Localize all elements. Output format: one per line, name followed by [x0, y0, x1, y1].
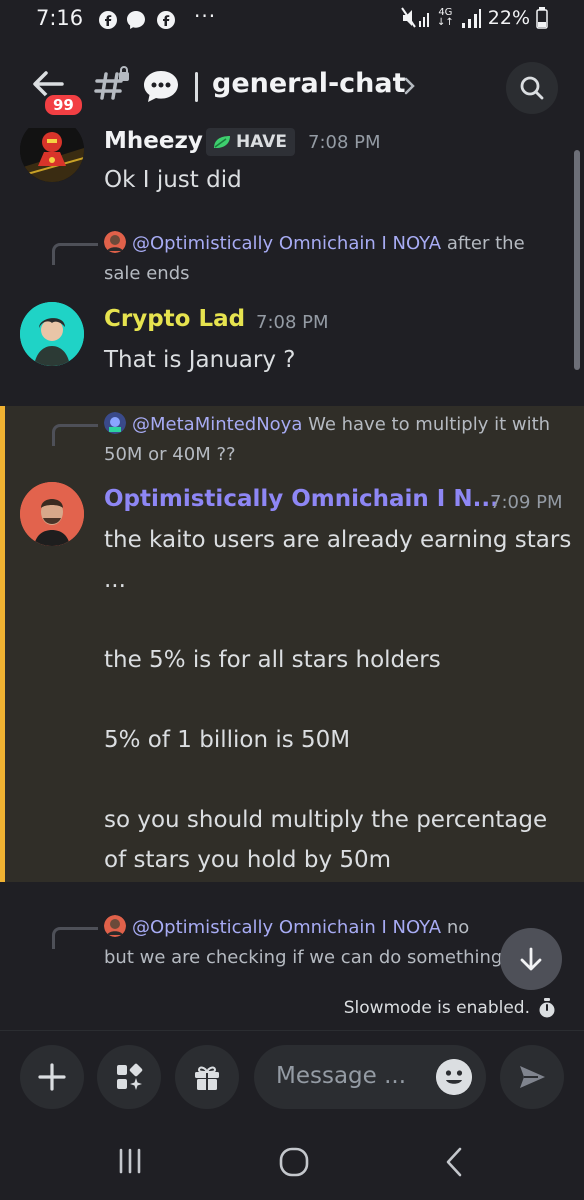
avatar-image [20, 128, 84, 182]
message-text: Ok I just did [104, 167, 242, 193]
slowmode-text: Slowmode is enabled. [343, 998, 530, 1018]
mute-signal-icon [401, 7, 429, 28]
recents-icon[interactable] [116, 1146, 144, 1176]
chevron-right-icon[interactable] [402, 74, 418, 98]
message-text: That is January ? [104, 347, 296, 373]
status-more-dots: ··· [194, 4, 217, 28]
role-tag-label: HAVE [236, 132, 287, 152]
unread-badge: 99 [42, 92, 85, 118]
header-divider [195, 72, 198, 102]
message-input-placeholder: Message ... [276, 1063, 407, 1089]
message-timestamp: 7:08 PM [308, 132, 381, 153]
emoji-icon[interactable] [436, 1059, 472, 1095]
channel-title[interactable]: general-chat [212, 68, 406, 99]
apps-icon [117, 1063, 143, 1090]
reply-avatar [104, 231, 126, 253]
network-type: 4G ↓↑ [437, 7, 454, 28]
signal-icon [461, 9, 481, 28]
avatar-image [20, 482, 84, 546]
battery-icon [536, 7, 548, 29]
add-attachment-button[interactable] [20, 1045, 84, 1109]
facebook-icon [99, 11, 117, 29]
apps-button[interactable] [97, 1045, 161, 1109]
message-composer: Message ... [0, 1030, 584, 1126]
reply-connector [52, 243, 98, 265]
message-input[interactable]: Message ... [254, 1045, 486, 1109]
reply-mention[interactable]: @Optimistically Omnichain I NOYA [132, 917, 441, 938]
reply-preview[interactable]: @MetaMintedNoya We have to multiply it w… [104, 410, 564, 470]
avatar-image [20, 302, 84, 366]
reply-connector [52, 927, 98, 949]
send-icon [520, 1066, 545, 1088]
status-time: 7:16 [36, 6, 84, 30]
plus-icon [38, 1063, 66, 1091]
search-button[interactable] [506, 62, 558, 114]
avatar[interactable] [20, 128, 84, 182]
facebook-icon [157, 11, 175, 29]
message-text: the kaito users are already earning star… [104, 527, 572, 873]
gift-button[interactable] [175, 1045, 239, 1109]
battery-percent: 22% [487, 7, 530, 29]
jump-to-latest-button[interactable] [500, 928, 562, 990]
slowmode-notice: Slowmode is enabled. [344, 998, 556, 1018]
reply-mention[interactable]: @Optimistically Omnichain I NOYA [132, 233, 441, 254]
message-username[interactable]: Optimistically Omnichain I N... [104, 486, 499, 512]
reply-avatar [104, 915, 126, 937]
message-timestamp: 7:08 PM [256, 312, 329, 333]
reply-preview[interactable]: @Optimistically Omnichain I NOYA no but … [104, 913, 504, 973]
reply-preview[interactable]: @Optimistically Omnichain I NOYA after t… [104, 229, 564, 289]
hash-lock-icon [94, 66, 129, 100]
gift-icon [195, 1066, 219, 1090]
search-icon [520, 76, 544, 100]
scrollbar-thumb[interactable] [574, 150, 580, 370]
reply-connector [52, 424, 98, 446]
avatar[interactable] [20, 302, 84, 366]
status-bar: 7:16 ··· 4G ↓↑ 22% [0, 0, 584, 44]
messenger-icon [127, 11, 145, 29]
back-nav-icon[interactable] [442, 1146, 466, 1178]
role-tag[interactable]: HAVE [206, 128, 295, 156]
channel-header: 99 general-chat [0, 44, 584, 128]
reply-avatar [104, 412, 126, 434]
message-username[interactable]: Crypto Lad [104, 306, 245, 332]
message-username[interactable]: Mheezy [104, 128, 203, 154]
stopwatch-icon [539, 998, 555, 1018]
message-timestamp: 7:09 PM [490, 492, 563, 513]
home-icon[interactable] [278, 1146, 310, 1178]
message-list[interactable]: Mheezy HAVE 7:08 PM Ok I just did @Optim… [0, 128, 584, 990]
arrow-down-icon [520, 947, 542, 971]
thread-icon[interactable] [142, 68, 180, 104]
send-button[interactable] [500, 1045, 564, 1109]
system-nav-bar [0, 1126, 584, 1200]
avatar[interactable] [20, 482, 84, 546]
leaf-icon [214, 136, 230, 148]
reply-mention[interactable]: @MetaMintedNoya [132, 414, 302, 435]
